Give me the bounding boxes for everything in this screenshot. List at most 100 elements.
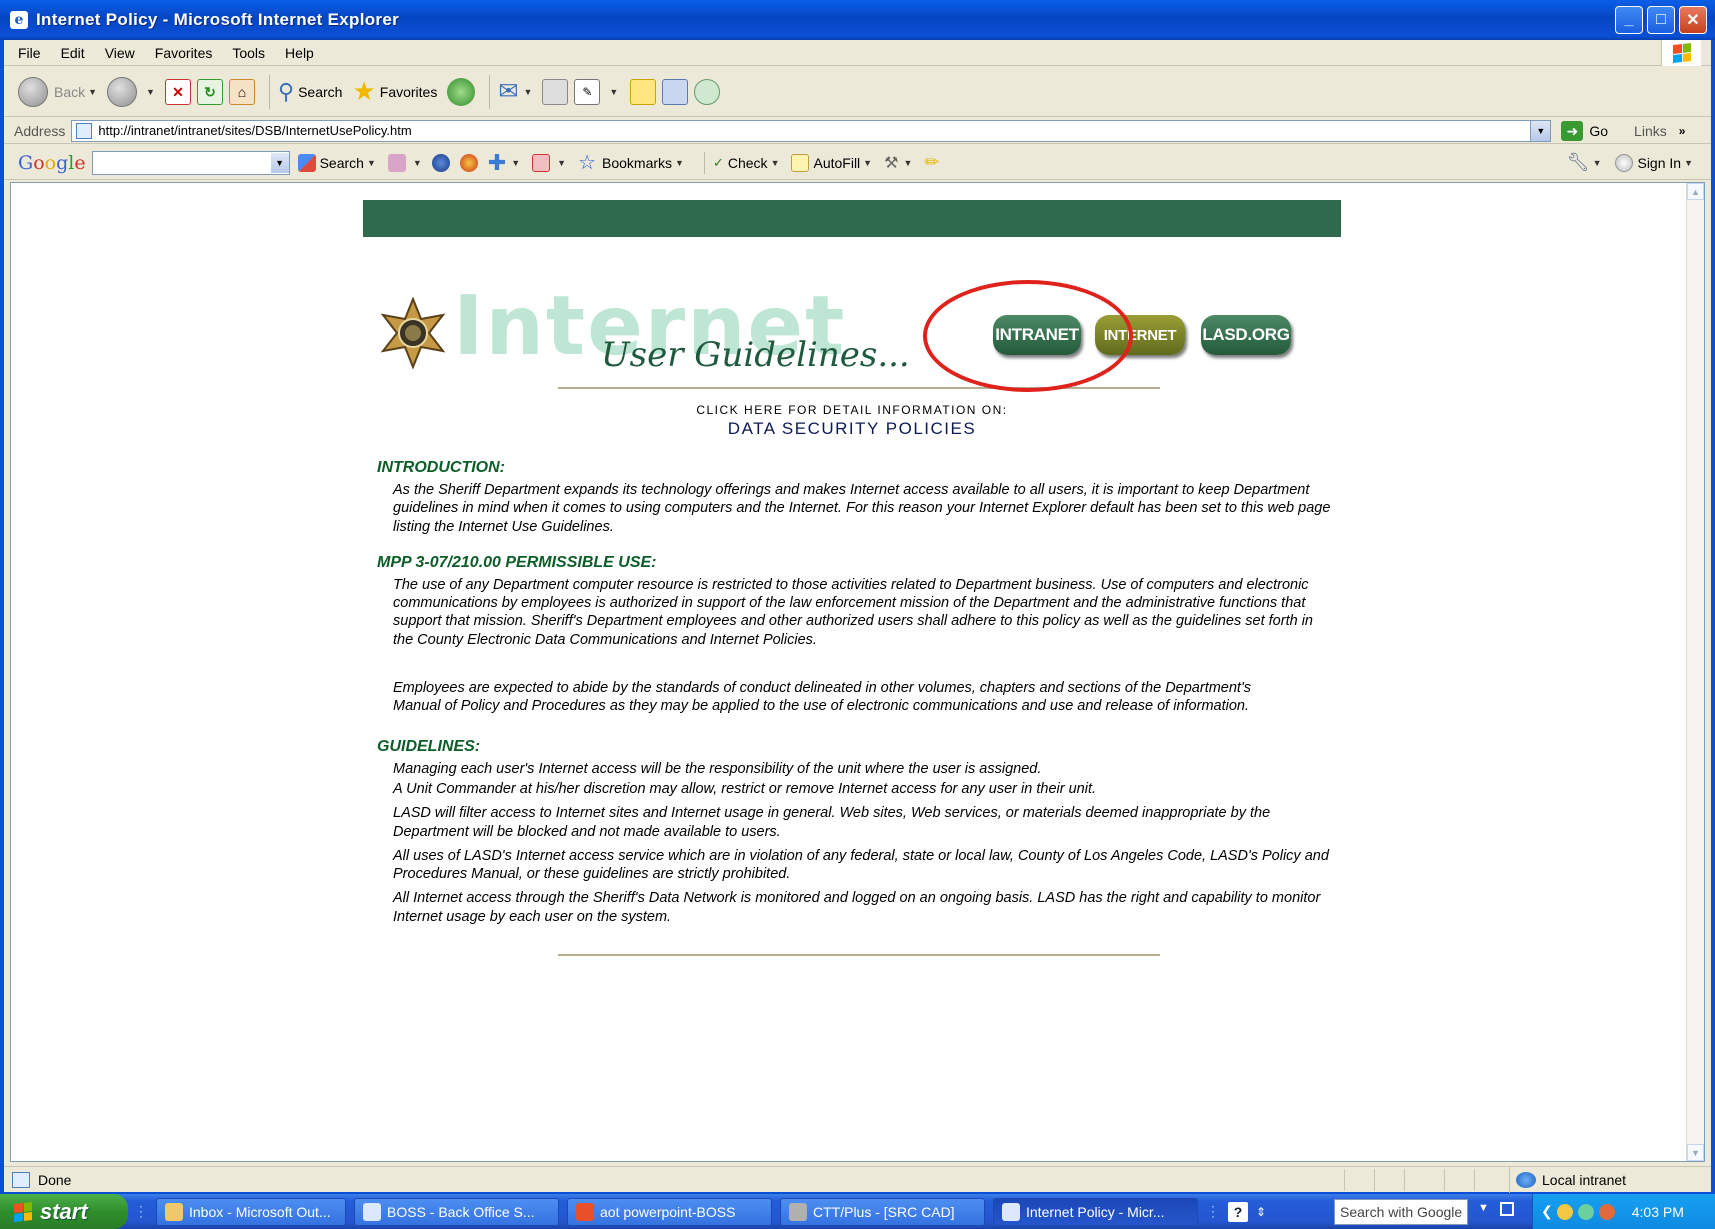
clock[interactable]: 4:03 PM (1632, 1204, 1684, 1220)
task-label: Inbox - Microsoft Out... (189, 1203, 331, 1220)
forward-button[interactable]: ▼ (107, 76, 155, 107)
google-search-dropdown-icon[interactable]: ▼ (270, 152, 289, 173)
popups-dropdown-icon[interactable]: ▼ (557, 158, 566, 168)
settings-dropdown-icon[interactable]: ▼ (1593, 158, 1602, 168)
refresh-icon[interactable]: ↻ (196, 78, 223, 105)
menu-view[interactable]: View (105, 45, 135, 61)
lasd-org-button[interactable]: LASD.ORG (1201, 315, 1291, 355)
tray-app-icon[interactable] (1556, 1203, 1573, 1220)
toolbar-separator (268, 74, 270, 109)
add-button-icon[interactable]: ✚ (488, 150, 506, 176)
scroll-down-icon[interactable]: ▼ (1687, 1144, 1704, 1161)
outlook-icon (165, 1202, 183, 1221)
autofill-button[interactable]: AutoFill ▼ (791, 153, 872, 172)
window-controls: _ □ ✕ (1615, 6, 1707, 34)
minimize-button[interactable]: _ (1615, 6, 1643, 34)
tray-collapse-icon[interactable]: ❮ (1541, 1203, 1553, 1220)
start-button[interactable]: start (0, 1194, 128, 1229)
search-button[interactable]: ⚲ Search (278, 79, 342, 105)
address-dropdown-icon[interactable]: ▼ (1530, 120, 1551, 141)
guideline-paragraph-4: All uses of LASD's Internet access servi… (393, 847, 1329, 883)
ie-page-icon (1002, 1202, 1020, 1221)
menu-favorites[interactable]: Favorites (155, 45, 213, 61)
browser-window: e Internet Policy - Microsoft Internet E… (0, 0, 1715, 1194)
search-icon: ⚲ (277, 78, 295, 104)
autofill-dropdown-icon[interactable]: ▼ (863, 158, 872, 168)
google-search-input[interactable]: ▼ (91, 150, 290, 175)
bookmarks-dropdown-icon[interactable]: ▼ (675, 158, 684, 168)
bookmarks-button[interactable]: ☆ Bookmarks ▼ (578, 150, 684, 175)
go-label: Go (1589, 122, 1609, 139)
print-icon[interactable] (542, 78, 569, 105)
network-icon[interactable] (1577, 1203, 1594, 1220)
forward-dropdown-icon[interactable]: ▼ (146, 87, 155, 97)
address-input[interactable]: http://intranet/intranet/sites/DSB/Inter… (71, 119, 1552, 142)
security-zone: Local intranet (1509, 1167, 1626, 1193)
check-dropdown-icon[interactable]: ▼ (771, 158, 780, 168)
go-button[interactable]: ➜ Go (1561, 120, 1609, 141)
research-icon[interactable] (662, 78, 689, 105)
popup-blocker-icon[interactable] (459, 153, 478, 172)
help-icon[interactable]: ? (1228, 1201, 1248, 1222)
menu-help[interactable]: Help (285, 45, 314, 61)
status-cell-divider (1404, 1169, 1405, 1191)
add-dropdown-icon[interactable]: ▼ (511, 158, 520, 168)
blocked-popups-icon[interactable] (532, 153, 551, 172)
wand-icon[interactable]: ⚒ (884, 153, 898, 173)
sign-in-button[interactable]: Sign In (1637, 155, 1681, 171)
data-security-policies-link[interactable]: DATA SECURITY POLICIES (363, 419, 1341, 439)
deskbar-arrows-icon[interactable]: ⇕ (1256, 1205, 1266, 1219)
chevron-right-icon[interactable]: » (1679, 124, 1686, 138)
favorites-button[interactable]: ★ Favorites (352, 76, 437, 107)
spellcheck-button[interactable]: ✓ Check ▼ (713, 155, 780, 171)
task-boss[interactable]: BOSS - Back Office S... (354, 1197, 559, 1226)
close-button[interactable]: ✕ (1679, 6, 1707, 34)
home-icon[interactable]: ⌂ (228, 78, 255, 105)
highlighter-icon[interactable]: ✏ (924, 152, 939, 173)
search-label: Search (298, 83, 343, 100)
history-icon[interactable] (447, 77, 476, 106)
messenger-icon[interactable] (694, 78, 721, 105)
task-outlook[interactable]: Inbox - Microsoft Out... (156, 1197, 346, 1226)
maximize-button[interactable]: □ (1647, 6, 1675, 34)
edit-icon[interactable]: ✎ (574, 78, 601, 105)
vertical-scrollbar[interactable]: ▲ ▼ (1686, 183, 1704, 1161)
antivirus-icon[interactable] (1598, 1203, 1615, 1220)
address-bar: Address http://intranet/intranet/sites/D… (4, 118, 1711, 144)
task-ctt-plus[interactable]: CTT/Plus - [SRC CAD] (780, 1197, 985, 1226)
back-button[interactable]: Back ▼ (18, 76, 97, 107)
menu-file[interactable]: File (18, 45, 41, 61)
wand-dropdown-icon[interactable]: ▼ (903, 158, 912, 168)
stop-icon[interactable]: ✕ (164, 78, 191, 105)
mail-icon[interactable]: ✉ (498, 77, 518, 106)
scroll-up-icon[interactable]: ▲ (1687, 183, 1704, 200)
news-dropdown-icon[interactable]: ▼ (413, 158, 422, 168)
edit-dropdown-icon[interactable]: ▼ (609, 87, 618, 97)
status-cell-divider (1444, 1169, 1445, 1191)
back-dropdown-icon[interactable]: ▼ (88, 87, 97, 97)
links-button[interactable]: Links (1634, 123, 1667, 139)
task-label: BOSS - Back Office S... (387, 1203, 535, 1220)
menu-tools[interactable]: Tools (232, 45, 265, 61)
restore-icon[interactable] (1500, 1202, 1514, 1216)
status-cell-divider (1374, 1169, 1375, 1191)
menu-bar: File Edit View Favorites Tools Help (4, 40, 1711, 66)
taskbar-search-input[interactable]: Search with Google (1334, 1199, 1468, 1225)
task-internet-policy[interactable]: Internet Policy - Micr... (993, 1197, 1198, 1226)
search-dropdown-icon[interactable]: ▼ (367, 158, 376, 168)
menu-edit[interactable]: Edit (61, 45, 85, 61)
quick-launch-grip: ⋮ (134, 1203, 148, 1219)
pagerank-icon[interactable] (431, 153, 450, 172)
title-bar[interactable]: e Internet Policy - Microsoft Internet E… (0, 0, 1715, 40)
settings-wrench-icon[interactable]: 🔧︎ (1567, 152, 1590, 173)
search-dropdown-icon[interactable]: ▼ (1478, 1202, 1489, 1214)
logo-subtitle: User Guidelines... (601, 335, 910, 375)
mail-dropdown-icon[interactable]: ▼ (523, 87, 532, 97)
google-search-button[interactable]: Search ▼ (297, 153, 376, 172)
task-powerpoint[interactable]: aot powerpoint-BOSS (567, 1197, 772, 1226)
local-intranet-icon (1516, 1172, 1536, 1188)
sign-in-dropdown-icon[interactable]: ▼ (1684, 158, 1693, 168)
google-logo[interactable]: Google (18, 152, 86, 174)
news-icon[interactable] (387, 153, 406, 172)
discuss-icon[interactable] (630, 78, 657, 105)
